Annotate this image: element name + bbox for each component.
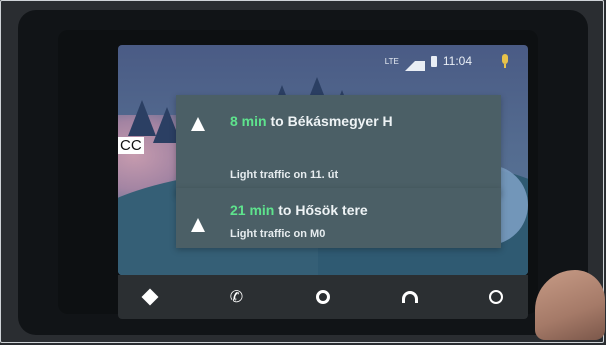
route-card-2[interactable]: 21 min to Hősök tere Light traffic on M0 bbox=[176, 188, 501, 248]
network-type: LTE bbox=[384, 56, 399, 66]
battery-icon bbox=[430, 55, 437, 67]
navigation-icon bbox=[141, 288, 159, 306]
route-card-1[interactable]: 8 min to Békásmegyer H Light traffic on … bbox=[176, 95, 501, 195]
clock: 11:04 bbox=[442, 54, 472, 68]
nav-button-recents[interactable] bbox=[482, 283, 510, 311]
nav-button-navigation[interactable] bbox=[136, 283, 164, 311]
route-to: to bbox=[266, 113, 288, 129]
recents-icon bbox=[489, 290, 503, 304]
home-icon bbox=[316, 290, 330, 304]
route-title: 21 min to Hősök tere bbox=[230, 202, 368, 218]
bottom-nav-bar: ✆ bbox=[118, 275, 528, 319]
route-traffic: Light traffic on M0 bbox=[230, 228, 326, 240]
route-destination: Békásmegyer H bbox=[287, 113, 393, 129]
headphones-icon bbox=[401, 291, 418, 303]
direction-arrow-icon bbox=[191, 218, 205, 232]
nav-button-phone[interactable]: ✆ bbox=[223, 283, 251, 311]
nav-button-audio[interactable] bbox=[396, 283, 424, 311]
status-bar: LTE 11:04 bbox=[385, 51, 510, 71]
route-to: to bbox=[274, 202, 296, 218]
nav-button-home[interactable] bbox=[309, 283, 337, 311]
route-destination: Hősök tere bbox=[295, 202, 368, 218]
overlay-label: CC bbox=[118, 137, 144, 154]
phone-icon: ✆ bbox=[229, 289, 244, 306]
direction-arrow-icon bbox=[191, 117, 205, 131]
android-auto-screen: LTE 11:04 8 min to Békásmegyer H Light t… bbox=[118, 45, 528, 275]
route-traffic: Light traffic on 11. út bbox=[230, 169, 339, 181]
route-title: 8 min to Békásmegyer H bbox=[230, 113, 393, 129]
wallpaper-tree bbox=[128, 100, 156, 136]
route-eta: 21 min bbox=[230, 202, 275, 218]
route-eta: 8 min bbox=[230, 113, 267, 129]
signal-icon bbox=[404, 51, 425, 71]
microphone-icon[interactable] bbox=[500, 54, 510, 68]
